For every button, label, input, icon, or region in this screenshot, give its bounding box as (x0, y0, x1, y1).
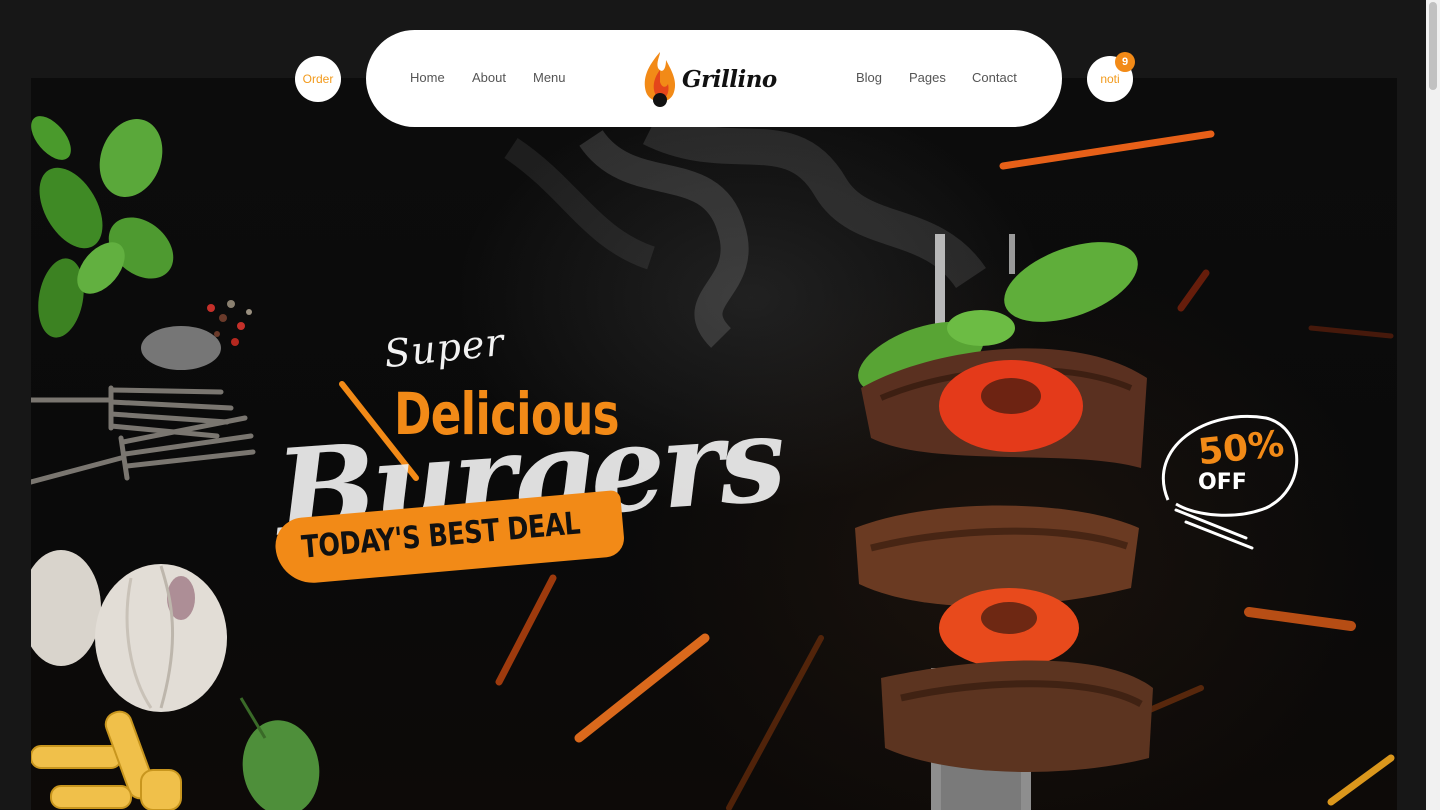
discount-badge: 50% OFF (1146, 408, 1302, 550)
nav-link-home[interactable]: Home (410, 70, 445, 85)
notification-button-label: noti (1100, 72, 1120, 86)
headline-super: Super (382, 319, 507, 377)
flame-logo-icon (644, 52, 676, 107)
nav-link-contact[interactable]: Contact (972, 70, 1017, 85)
nav-link-blog[interactable]: Blog (856, 70, 882, 85)
notification-count-badge: 9 (1115, 52, 1135, 72)
main-navbar: Home About Menu Grillino Blog Pages Cont… (366, 30, 1062, 127)
brand-logo[interactable]: Grillino (640, 46, 790, 112)
order-button[interactable]: Order (295, 56, 341, 102)
nav-link-pages[interactable]: Pages (909, 70, 946, 85)
nav-link-menu[interactable]: Menu (533, 70, 566, 85)
nav-link-about[interactable]: About (472, 70, 506, 85)
discount-word: OFF (1198, 470, 1247, 495)
notification-button[interactable]: noti 9 (1087, 52, 1135, 102)
order-button-label: Order (302, 72, 334, 86)
logo-text: Grillino (682, 65, 777, 93)
